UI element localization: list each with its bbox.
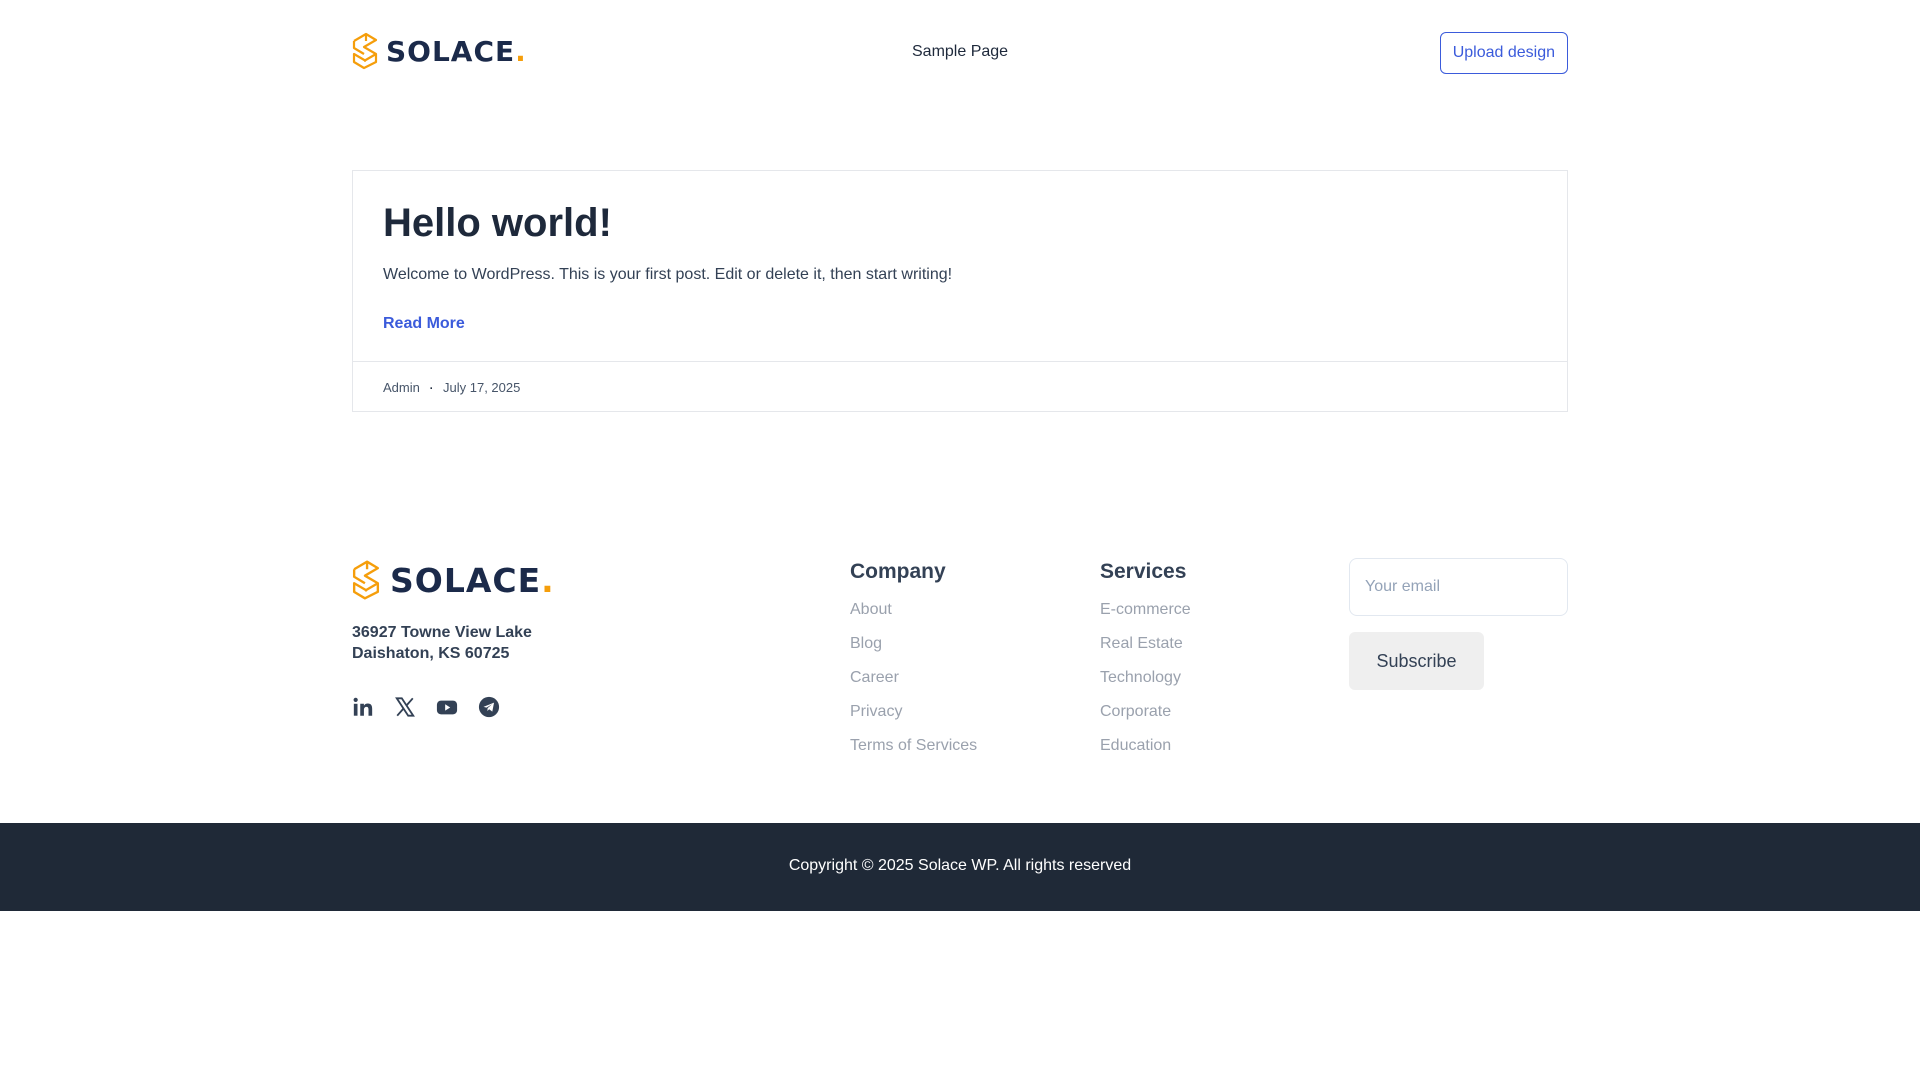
footer-link-real-estate[interactable]: Real Estate: [1100, 635, 1183, 652]
footer-services-column: Services E-commerce Real Estate Technolo…: [1100, 558, 1191, 758]
post-date: July 17, 2025: [443, 380, 521, 395]
newsletter-email-input[interactable]: [1349, 558, 1568, 616]
meta-separator: .: [429, 376, 434, 393]
site-logo[interactable]: SOLACE.: [352, 32, 527, 70]
footer-link-career[interactable]: Career: [850, 669, 899, 686]
read-more-link[interactable]: Read More: [383, 315, 465, 333]
logo-text: SOLACE.: [386, 34, 527, 68]
footer-link-terms[interactable]: Terms of Services: [850, 737, 977, 754]
post-author[interactable]: Admin: [383, 380, 420, 395]
site-footer: SOLACE. 36927 Towne View Lake Daishaton,…: [352, 558, 1568, 778]
upload-design-button[interactable]: Upload design: [1439, 32, 1568, 74]
subscribe-button[interactable]: Subscribe: [1349, 632, 1484, 690]
post-meta: Admin . July 17, 2025: [353, 361, 1567, 412]
footer-logo[interactable]: SOLACE.: [352, 558, 555, 602]
post-card: Hello world! Welcome to WordPress. This …: [352, 170, 1568, 412]
footer-link-privacy[interactable]: Privacy: [850, 703, 902, 720]
services-heading: Services: [1100, 560, 1187, 583]
logo-mark-icon: [352, 32, 378, 70]
post-excerpt: Welcome to WordPress. This is your first…: [383, 266, 953, 283]
copyright-text: Copyright © 2025 Solace WP. All rights r…: [788, 857, 1132, 874]
footer-address: 36927 Towne View Lake Daishaton, KS 6072…: [352, 622, 532, 664]
social-links: [352, 696, 500, 718]
site-header: SOLACE. Sample Page Upload design: [352, 32, 1568, 74]
footer-link-corporate[interactable]: Corporate: [1100, 703, 1171, 720]
linkedin-icon[interactable]: [352, 696, 374, 718]
telegram-icon[interactable]: [478, 696, 500, 718]
footer-link-education[interactable]: Education: [1100, 737, 1171, 754]
post-title[interactable]: Hello world!: [383, 201, 612, 246]
footer-company-column: Company About Blog Career Privacy Terms …: [850, 558, 977, 758]
copyright-bar: Copyright © 2025 Solace WP. All rights r…: [0, 823, 1920, 911]
footer-link-about[interactable]: About: [850, 601, 892, 618]
logo-mark-icon: [352, 560, 380, 600]
nav-sample-page[interactable]: Sample Page: [912, 43, 1008, 61]
footer-link-ecommerce[interactable]: E-commerce: [1100, 601, 1191, 618]
address-line-2: Daishaton, KS 60725: [352, 645, 510, 662]
x-twitter-icon[interactable]: [394, 696, 416, 718]
footer-logo-text: SOLACE.: [390, 560, 555, 600]
youtube-icon[interactable]: [436, 696, 458, 718]
company-heading: Company: [850, 560, 946, 583]
address-line-1: 36927 Towne View Lake: [352, 624, 532, 641]
footer-link-blog[interactable]: Blog: [850, 635, 882, 652]
footer-link-technology[interactable]: Technology: [1100, 669, 1181, 686]
